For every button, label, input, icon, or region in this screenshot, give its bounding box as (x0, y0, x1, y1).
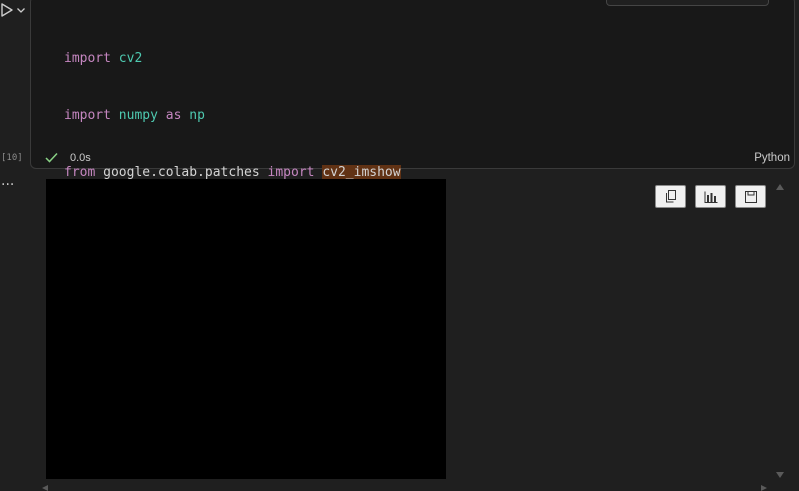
bar-chart-icon (704, 191, 717, 203)
run-options-chevron-icon[interactable] (16, 5, 26, 15)
code-token: from (64, 165, 96, 180)
scroll-right-arrow-icon[interactable] (760, 485, 768, 491)
scroll-down-arrow-icon[interactable] (775, 471, 785, 479)
execution-count: [10] (1, 153, 23, 163)
code-token: numpy (118, 108, 158, 123)
highlighted-symbol: cv2_imshow (322, 165, 401, 180)
chart-output-button[interactable] (695, 185, 726, 208)
code-token: as (165, 108, 182, 123)
output-image (46, 179, 446, 479)
cell-toolbar[interactable] (606, 0, 769, 6)
code-token: import (64, 108, 111, 123)
scroll-left-arrow-icon[interactable] (41, 485, 49, 491)
code-line-2: import numpy as np (64, 106, 416, 125)
code-token: import (64, 51, 111, 66)
save-output-button[interactable] (735, 185, 766, 208)
success-check-icon (45, 152, 58, 163)
code-token: np (189, 108, 205, 123)
code-token: cv2 (118, 51, 143, 66)
copy-icon (665, 190, 676, 203)
run-cell-icon[interactable] (0, 2, 14, 18)
output-more-actions[interactable]: ... (1, 174, 14, 188)
save-icon (744, 190, 757, 203)
unresolved-import-token: google.colab.patches (103, 165, 260, 180)
copy-output-button[interactable] (655, 185, 686, 208)
language-picker[interactable]: Python (754, 152, 790, 164)
code-token: import (267, 165, 315, 180)
scroll-up-arrow-icon[interactable] (775, 183, 785, 191)
code-line-1: import cv2 (64, 49, 416, 68)
execution-duration: 0.0s (70, 152, 91, 164)
